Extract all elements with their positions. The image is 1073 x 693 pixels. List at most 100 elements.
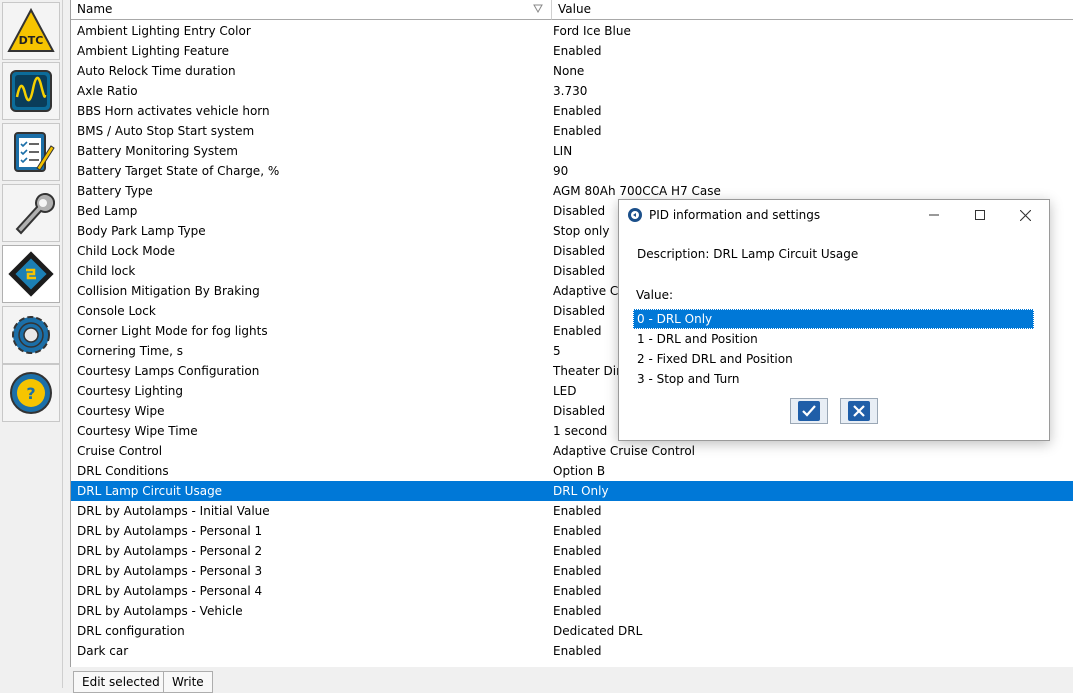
- dialog-title: PID information and settings: [649, 208, 821, 222]
- table-row[interactable]: DRL by Autolamps - Personal 3 Enabled: [71, 561, 1073, 581]
- table-row[interactable]: DRL Conditions Option B: [71, 461, 1073, 481]
- dtc-warning-icon: DTC: [7, 7, 55, 52]
- table-row[interactable]: Ambient Lighting Entry Color Ford Ice Blu…: [71, 21, 1073, 41]
- table-row[interactable]: DRL by Autolamps - Personal 4 Enabled: [71, 581, 1073, 601]
- table-row[interactable]: Dark car Enabled: [71, 641, 1073, 661]
- table-row[interactable]: DRL configuration Dedicated DRL: [71, 621, 1073, 641]
- cell-name: Bed Lamp: [77, 204, 138, 218]
- cell-value: Enabled: [553, 564, 602, 578]
- cell-name: BBS Horn activates vehicle horn: [77, 104, 270, 118]
- table-row[interactable]: DRL by Autolamps - Personal 2 Enabled: [71, 541, 1073, 561]
- minimize-icon: [929, 214, 939, 216]
- column-header-value[interactable]: Value: [552, 0, 1073, 20]
- cell-value: Enabled: [553, 604, 602, 618]
- cancel-button[interactable]: [840, 398, 878, 424]
- value-option[interactable]: 0 - DRL Only: [633, 309, 1034, 329]
- table-row[interactable]: Cruise Control Adaptive Cruise Control: [71, 441, 1073, 461]
- value-option[interactable]: 3 - Stop and Turn: [633, 369, 1034, 389]
- cell-name: DRL by Autolamps - Personal 1: [77, 524, 263, 538]
- table-row[interactable]: DRL by Autolamps - Personal 1 Enabled: [71, 521, 1073, 541]
- sidebar-item-module-config[interactable]: [2, 245, 60, 303]
- table-row[interactable]: BMS / Auto Stop Start system Enabled: [71, 121, 1073, 141]
- app-icon: [628, 208, 642, 222]
- cell-name: Dark car: [77, 644, 129, 658]
- sidebar-item-tools[interactable]: [2, 184, 60, 242]
- cell-name: DRL configuration: [77, 624, 185, 638]
- table-row[interactable]: DRL by Autolamps - Vehicle Enabled: [71, 601, 1073, 621]
- cell-value: Enabled: [553, 504, 602, 518]
- sort-descending-icon: [533, 4, 543, 13]
- cell-value: Enabled: [553, 584, 602, 598]
- cell-name: BMS / Auto Stop Start system: [77, 124, 255, 138]
- close-button[interactable]: [1002, 200, 1048, 230]
- cell-name: Battery Monitoring System: [77, 144, 238, 158]
- cell-value: Ford Ice Blue: [553, 24, 631, 38]
- column-header-name[interactable]: Name: [71, 0, 552, 20]
- edit-selected-button[interactable]: Edit selected: [73, 671, 169, 693]
- cell-name: DRL by Autolamps - Personal 2: [77, 544, 263, 558]
- dialog-title-bar[interactable]: PID information and settings: [619, 200, 1049, 230]
- minimize-button[interactable]: [911, 200, 957, 230]
- cell-name: Axle Ratio: [77, 84, 138, 98]
- table-row[interactable]: DRL Lamp Circuit Usage DRL Only: [71, 481, 1073, 501]
- cell-name: Child lock: [77, 264, 136, 278]
- cell-value: Enabled: [553, 524, 602, 538]
- svg-text:?: ?: [26, 384, 35, 403]
- cell-name: Cornering Time, s: [77, 344, 183, 358]
- cell-name: Cruise Control: [77, 444, 163, 458]
- cell-name: Collision Mitigation By Braking: [77, 284, 260, 298]
- cell-name: DRL by Autolamps - Initial Value: [77, 504, 270, 518]
- cancel-x-icon: [853, 405, 865, 417]
- cell-name: DRL Conditions: [77, 464, 169, 478]
- value-option[interactable]: 1 - DRL and Position: [633, 329, 1034, 349]
- cell-name: Courtesy Lamps Configuration: [77, 364, 260, 378]
- cell-value: Option B: [553, 464, 606, 478]
- cell-value: Enabled: [553, 44, 602, 58]
- cell-name: Body Park Lamp Type: [77, 224, 206, 238]
- bottom-toolbar: Edit selected Write: [70, 667, 1073, 693]
- checkmark-icon: [802, 405, 816, 417]
- table-row[interactable]: Axle Ratio 3.730: [71, 81, 1073, 101]
- confirm-button[interactable]: [790, 398, 828, 424]
- column-header-value-label: Value: [558, 2, 591, 16]
- cell-name: Courtesy Lighting: [77, 384, 184, 398]
- cell-name: DRL by Autolamps - Personal 4: [77, 584, 263, 598]
- value-option[interactable]: 2 - Fixed DRL and Position: [633, 349, 1034, 369]
- table-row[interactable]: DRL by Autolamps - Initial Value Enabled: [71, 501, 1073, 521]
- cell-value: Enabled: [553, 104, 602, 118]
- sidebar-item-checklist[interactable]: [2, 123, 60, 181]
- cell-name: Courtesy Wipe Time: [77, 424, 198, 438]
- steering-help-icon: ?: [10, 372, 52, 414]
- write-button[interactable]: Write: [163, 671, 213, 693]
- cell-name: Courtesy Wipe: [77, 404, 165, 418]
- table-row[interactable]: BBS Horn activates vehicle horn Enabled: [71, 101, 1073, 121]
- sidebar-item-settings[interactable]: [2, 306, 60, 364]
- dtc-label: DTC: [19, 34, 44, 47]
- table-row[interactable]: Battery Monitoring System LIN: [71, 141, 1073, 161]
- cell-value: Adaptive Cruise Control: [553, 444, 696, 458]
- table-row[interactable]: Ambient Lighting Feature Enabled: [71, 41, 1073, 61]
- table-row[interactable]: Battery Type AGM 80Ah 700CCA H7 Case: [71, 181, 1073, 201]
- cell-name: DRL Lamp Circuit Usage: [77, 484, 223, 498]
- sidebar-item-oscilloscope[interactable]: [2, 62, 60, 120]
- maximize-icon: [975, 210, 985, 220]
- close-icon: [1019, 209, 1031, 221]
- cell-value: None: [553, 64, 585, 78]
- cell-value: 3.730: [553, 84, 588, 98]
- gear-icon: [12, 316, 50, 354]
- cell-name: Ambient Lighting Feature: [77, 44, 230, 58]
- cell-name: Battery Target State of Charge, %: [77, 164, 280, 178]
- table-row[interactable]: Auto Relock Time duration None: [71, 61, 1073, 81]
- sidebar-item-help[interactable]: ?: [2, 364, 60, 422]
- pid-settings-dialog: PID information and settings Description…: [618, 199, 1050, 441]
- checklist-icon: [14, 132, 55, 172]
- cell-value: Enabled: [553, 644, 602, 658]
- maximize-button[interactable]: [957, 200, 1003, 230]
- value-listbox[interactable]: 0 - DRL Only 1 - DRL and Position 2 - Fixe…: [633, 309, 1034, 389]
- cell-value: Enabled: [553, 124, 602, 138]
- cell-value: LIN: [553, 144, 573, 158]
- sidebar-item-dtc[interactable]: DTC: [2, 2, 60, 60]
- table-row[interactable]: Battery Target State of Charge, % 90: [71, 161, 1073, 181]
- column-header-name-label: Name: [77, 2, 113, 16]
- chip-icon: [8, 251, 54, 297]
